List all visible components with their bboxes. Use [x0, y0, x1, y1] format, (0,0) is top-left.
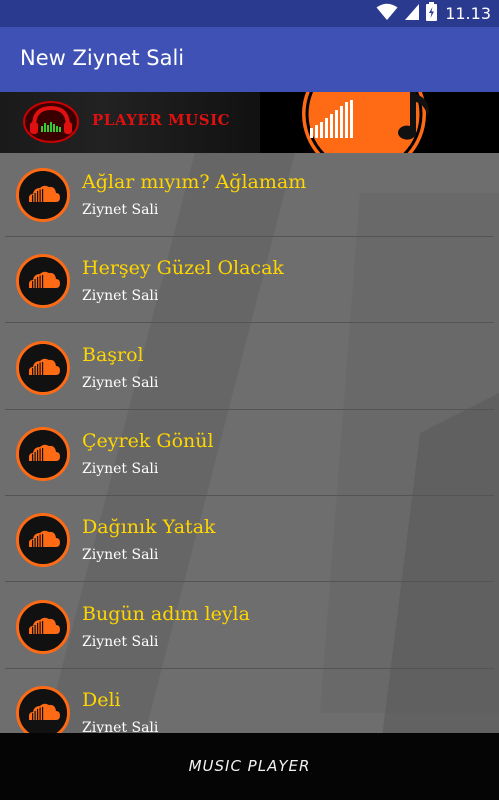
soundcloud-icon	[16, 254, 70, 309]
song-list-item[interactable]: Herşey Güzel Olacak Ziynet Sali	[5, 239, 494, 324]
song-artist: Ziynet Sali	[82, 460, 159, 477]
song-artist: Ziynet Sali	[82, 719, 159, 733]
song-artist: Ziynet Sali	[82, 547, 159, 564]
song-list-item[interactable]: Çeyrek Gönül Ziynet Sali	[5, 412, 494, 496]
headphones-logo-icon	[23, 101, 79, 143]
app-title: New Ziynet Sali	[20, 46, 185, 70]
song-list-item[interactable]: Deli Ziynet Sali	[5, 671, 494, 733]
song-artist: Ziynet Sali	[82, 288, 159, 305]
song-title: Ağlar mıyım? Ağlamam	[82, 171, 307, 193]
song-artist: Ziynet Sali	[82, 374, 159, 391]
soundcloud-icon	[16, 168, 70, 222]
song-artist: Ziynet Sali	[82, 202, 159, 218]
song-title: Bugün adım leyla	[82, 602, 250, 625]
song-list[interactable]: Ağlar mıyım? Ağlamam Ziynet Sali Herşey Gü…	[0, 153, 499, 733]
song-artist: Ziynet Sali	[82, 633, 159, 650]
soundcloud-icon	[16, 513, 70, 568]
soundcloud-icon	[16, 340, 70, 395]
banner-left: PLAYER MUSIC	[0, 92, 260, 153]
song-title: Dağınık Yatak	[82, 516, 216, 539]
soundcloud-icon	[16, 599, 70, 654]
song-list-item[interactable]: Başrol Ziynet Sali	[5, 326, 494, 410]
song-list-item[interactable]: Ağlar mıyım? Ağlamam Ziynet Sali	[5, 153, 494, 237]
song-title: Başrol	[82, 343, 144, 366]
status-time: 11.13	[445, 4, 491, 23]
soundcloud-icon	[16, 685, 70, 733]
song-title: Deli	[82, 688, 121, 711]
music-note-icon	[302, 92, 429, 153]
signal-icon	[404, 3, 420, 25]
banner-text: PLAYER MUSIC	[92, 111, 231, 129]
status-icons: 11.13	[376, 2, 491, 25]
song-list-item[interactable]: Dağınık Yatak Ziynet Sali	[5, 498, 494, 583]
banner-right	[260, 92, 499, 153]
footer-bar[interactable]: MUSIC PLAYER	[0, 733, 499, 800]
song-title: Herşey Güzel Olacak	[82, 257, 284, 280]
status-bar: 11.13	[0, 0, 499, 27]
app-bar: New Ziynet Sali	[0, 27, 499, 92]
soundcloud-icon	[16, 426, 70, 481]
footer-label: MUSIC PLAYER	[188, 757, 311, 775]
banner-ad[interactable]: PLAYER MUSIC	[0, 92, 499, 153]
song-title: Çeyrek Gönül	[82, 429, 214, 452]
wifi-icon	[376, 3, 398, 25]
battery-icon	[426, 2, 438, 25]
song-list-item[interactable]: Bugün adım leyla Ziynet Sali	[5, 585, 494, 669]
